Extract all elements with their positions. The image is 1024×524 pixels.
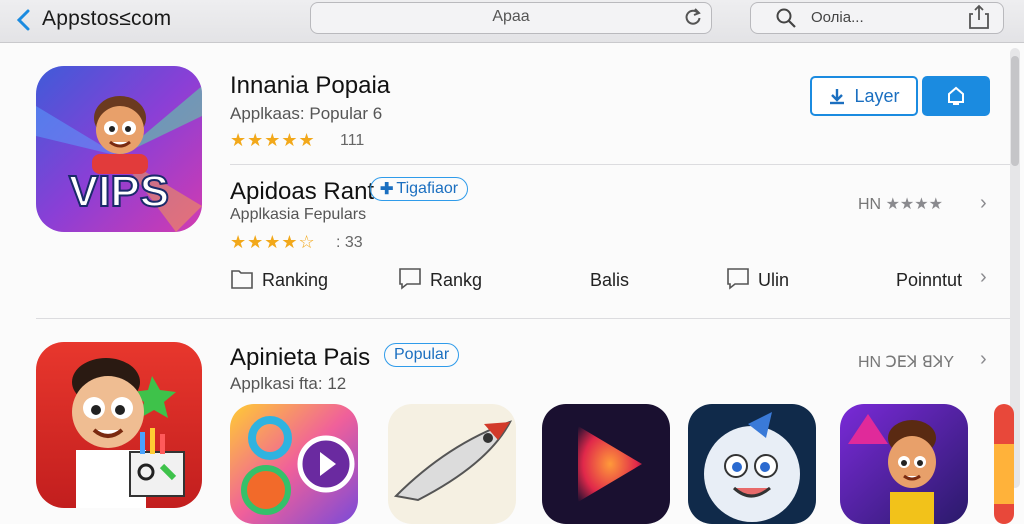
app-subtitle: Applkasia Fepulars bbox=[230, 206, 367, 223]
app-badge[interactable]: Popular bbox=[384, 343, 460, 367]
browser-toolbar: Appstos≤com Apaa Ооліа... bbox=[0, 0, 1024, 43]
featured-icon-text: VIPS bbox=[69, 167, 169, 216]
layer-button[interactable]: Layer bbox=[810, 76, 918, 116]
back-button[interactable] bbox=[10, 6, 36, 34]
ranking-tab-label: Ulin bbox=[758, 269, 790, 290]
ranking-tab[interactable]: Ranking bbox=[230, 266, 328, 294]
chat-icon bbox=[398, 266, 422, 295]
app-meta-prefix: HN bbox=[858, 196, 882, 213]
featured-app-icon[interactable]: VIPS bbox=[36, 66, 202, 232]
share-app-button[interactable] bbox=[922, 76, 990, 116]
app-meta: HN ꓛꓰꓘ ꓭꓘY bbox=[858, 354, 954, 371]
search-input[interactable]: Ооліа... bbox=[750, 2, 1004, 34]
section-divider bbox=[36, 318, 1010, 319]
ranking-tab-label: Balis bbox=[590, 269, 630, 290]
app-title[interactable]: Apinieta Pais bbox=[230, 344, 370, 372]
app-thumbnail[interactable] bbox=[688, 404, 816, 524]
app-badge-label: Popular bbox=[394, 346, 450, 363]
reload-icon[interactable] bbox=[683, 7, 703, 32]
address-text: Apaa bbox=[492, 8, 530, 25]
app-badge-label: Tigafiaor bbox=[396, 180, 459, 197]
ranking-tab[interactable]: Rankg bbox=[398, 266, 482, 294]
section-divider bbox=[230, 164, 1010, 165]
ranking-tab[interactable]: Poinntut bbox=[896, 266, 962, 294]
app-rating-count: : 33 bbox=[336, 234, 363, 251]
featured-rating-count: 111 bbox=[340, 132, 365, 149]
app-icon[interactable] bbox=[36, 342, 202, 508]
app-title[interactable]: Apidoas Rant bbox=[230, 178, 374, 206]
app-thumbnail[interactable] bbox=[840, 404, 968, 524]
download-icon bbox=[830, 89, 845, 105]
search-icon bbox=[775, 7, 797, 34]
ranking-tab-label: Ranking bbox=[262, 269, 329, 290]
app-thumbnail[interactable] bbox=[994, 404, 1014, 524]
app-thumbnail[interactable] bbox=[388, 404, 516, 524]
app-thumbnail[interactable] bbox=[542, 404, 670, 524]
featured-app-subtitle: Applkaas: Popular 6 bbox=[230, 104, 383, 123]
chevron-right-icon[interactable]: › bbox=[980, 266, 987, 289]
site-title: Appstos≤com bbox=[42, 7, 172, 30]
chat-icon bbox=[726, 266, 750, 295]
square-icon bbox=[230, 266, 254, 295]
share-icon[interactable] bbox=[968, 4, 990, 35]
ranking-tab-label: Poinntut bbox=[896, 269, 963, 290]
app-subtitle: Applkasi fta: 12 bbox=[230, 374, 347, 393]
chevron-right-icon[interactable]: › bbox=[980, 348, 987, 371]
app-meta: HN ★★★★ bbox=[858, 194, 943, 214]
ranking-tab[interactable]: Ulin bbox=[726, 266, 789, 294]
address-bar[interactable]: Apaa bbox=[310, 2, 712, 34]
ranking-tab[interactable]: Balis bbox=[590, 266, 629, 294]
app-badge[interactable]: ✚ Tigafiaor bbox=[370, 177, 469, 201]
scrollbar-thumb[interactable] bbox=[1011, 56, 1019, 166]
app-rating-stars: ★★★★☆ bbox=[230, 232, 316, 252]
plus-icon: ✚ bbox=[380, 181, 394, 198]
chevron-right-icon[interactable]: › bbox=[980, 192, 987, 215]
search-text: Ооліа... bbox=[811, 9, 864, 26]
featured-app-title[interactable]: Innania Popaia bbox=[230, 72, 390, 100]
layer-button-label: Layer bbox=[854, 85, 900, 106]
featured-rating-stars: ★★★★★ bbox=[230, 130, 316, 150]
share-icon bbox=[948, 86, 964, 105]
chevron-left-icon bbox=[16, 9, 30, 31]
app-meta-stars: ★★★★ bbox=[885, 196, 943, 213]
app-thumbnail[interactable] bbox=[230, 404, 358, 524]
ranking-tab-label: Rankg bbox=[430, 269, 483, 290]
